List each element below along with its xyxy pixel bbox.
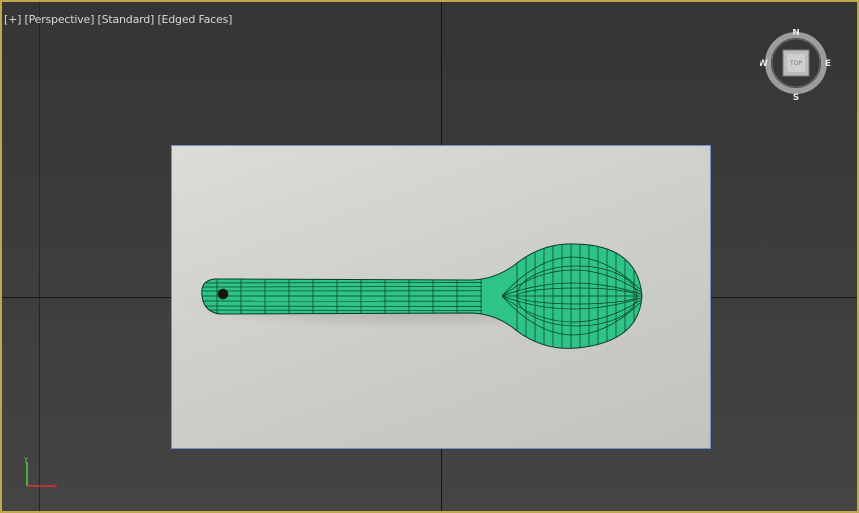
compass-east[interactable]: E bbox=[825, 59, 831, 69]
compass-south[interactable]: S bbox=[793, 93, 799, 101]
spoon-hole bbox=[217, 288, 229, 300]
viewport-view-label[interactable]: [Perspective] bbox=[25, 13, 95, 26]
y-axis-label: y bbox=[24, 455, 28, 463]
compass-north[interactable]: N bbox=[792, 29, 800, 38]
viewcube-widget[interactable]: TOP N S E W bbox=[760, 29, 832, 101]
spoon-mesh[interactable] bbox=[172, 146, 710, 448]
viewcube-face-label: TOP bbox=[789, 60, 802, 67]
axis-tripod: y x bbox=[24, 455, 57, 490]
grid-line bbox=[39, 2, 40, 511]
viewport-shading-label[interactable]: [Standard] bbox=[98, 13, 155, 26]
x-axis-label: x bbox=[53, 482, 57, 490]
compass-west[interactable]: W bbox=[760, 59, 768, 69]
mesh-wireframe bbox=[201, 243, 642, 349]
viewport-edges-label[interactable]: [Edged Faces] bbox=[157, 13, 232, 26]
viewport-menu-plus[interactable]: [+] bbox=[4, 13, 21, 26]
reference-image-plane[interactable] bbox=[171, 145, 711, 449]
mesh-edge bbox=[201, 305, 483, 307]
perspective-viewport[interactable]: [+] [Perspective] [Standard] [Edged Face… bbox=[0, 0, 859, 513]
viewport-labels: [+] [Perspective] [Standard] [Edged Face… bbox=[4, 13, 232, 26]
